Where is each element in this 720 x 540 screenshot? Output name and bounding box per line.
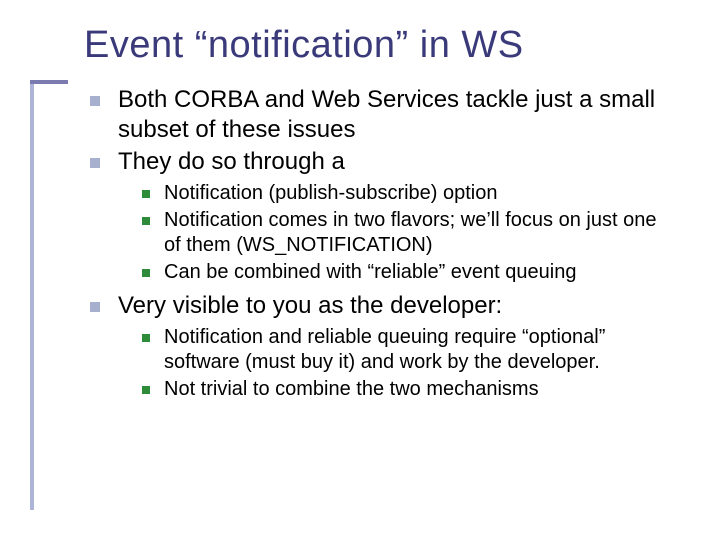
list-item-text: Very visible to you as the developer: (118, 292, 502, 319)
list-item: Notification and reliable queuing requir… (136, 325, 672, 375)
accent-tick (30, 80, 68, 84)
sub-list: Notification (publish-subscribe) option … (136, 181, 672, 285)
slide: Event “notification” in WS Both CORBA an… (0, 0, 720, 540)
list-item-text: They do so through a (118, 148, 345, 175)
slide-title: Event “notification” in WS (84, 24, 672, 67)
bullet-list: Both CORBA and Web Services tackle just … (84, 85, 672, 402)
list-item: They do so through a Notification (publi… (84, 147, 672, 285)
list-item: Notification (publish-subscribe) option (136, 181, 672, 206)
list-item: Both CORBA and Web Services tackle just … (84, 85, 672, 145)
list-item: Notification comes in two flavors; we’ll… (136, 208, 672, 258)
list-item: Very visible to you as the developer: No… (84, 291, 672, 402)
sub-list: Notification and reliable queuing requir… (136, 325, 672, 402)
list-item: Not trivial to combine the two mechanism… (136, 377, 672, 402)
accent-line (30, 80, 34, 510)
list-item: Can be combined with “reliable” event qu… (136, 260, 672, 285)
